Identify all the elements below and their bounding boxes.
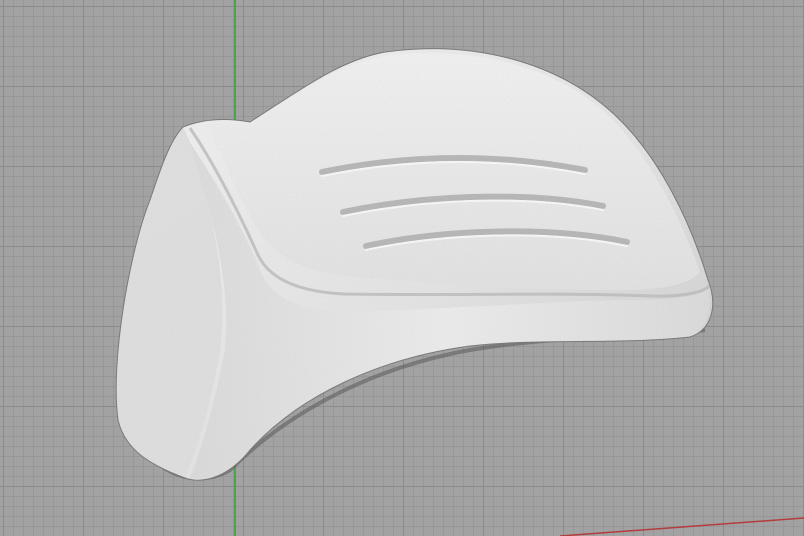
- armrest-model[interactable]: [115, 48, 714, 481]
- mesh-texture: [116, 48, 713, 481]
- x-axis-line: [559, 517, 804, 536]
- 3d-viewport[interactable]: [0, 0, 804, 536]
- viewport-canvas[interactable]: [0, 0, 804, 536]
